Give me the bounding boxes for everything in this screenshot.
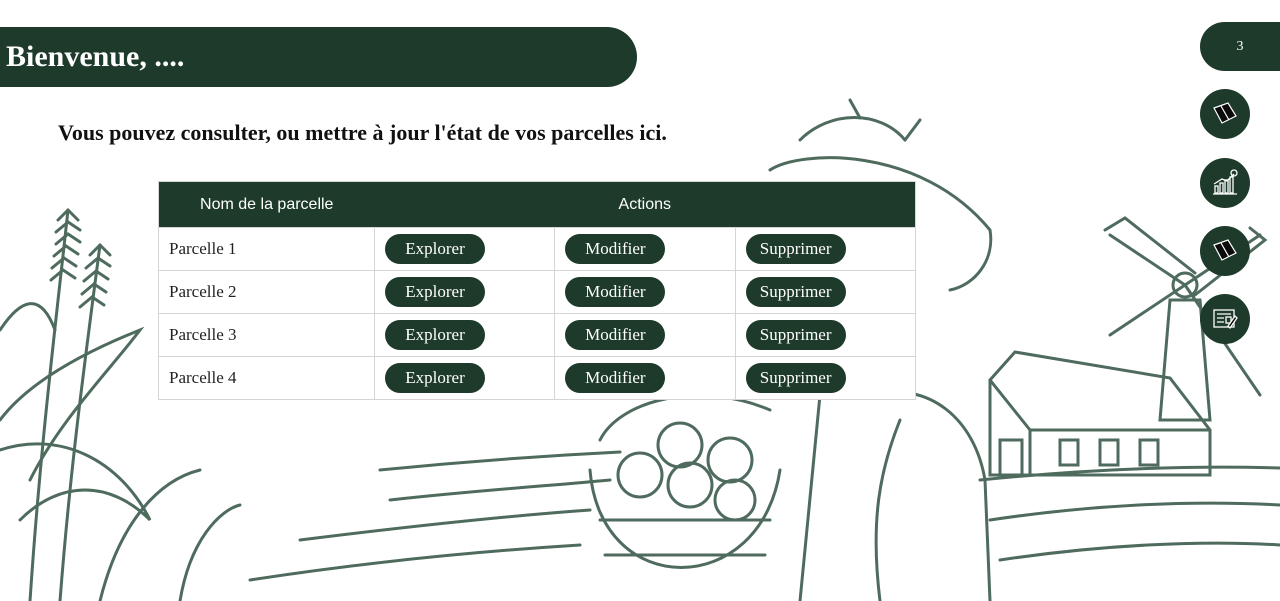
nav-map-button[interactable] — [1200, 226, 1250, 276]
table-row: Parcelle 4 Explorer Modifier Supprimer — [158, 356, 916, 400]
page-number-badge: 3 — [1200, 22, 1280, 71]
header-actions: Actions — [374, 181, 916, 228]
edit-button[interactable]: Modifier — [565, 277, 666, 307]
parcel-name: Parcelle 2 — [158, 270, 376, 314]
nav-map-button[interactable] — [1200, 89, 1250, 139]
map-icon — [1213, 239, 1237, 261]
edit-button[interactable]: Modifier — [565, 234, 666, 264]
explore-button[interactable]: Explorer — [385, 363, 486, 393]
explore-button[interactable]: Explorer — [385, 277, 486, 307]
table-row: Parcelle 3 Explorer Modifier Supprimer — [158, 313, 916, 357]
parcels-table: Nom de la parcelle Actions Parcelle 1 Ex… — [158, 181, 916, 400]
nav-report-button[interactable] — [1200, 294, 1250, 344]
report-icon — [1213, 309, 1238, 330]
explore-button[interactable]: Explorer — [385, 320, 486, 350]
welcome-title: Bienvenue, .... — [6, 40, 185, 73]
parcel-name: Parcelle 4 — [158, 356, 376, 400]
parcel-name: Parcelle 1 — [158, 227, 376, 271]
table-header-row: Nom de la parcelle Actions — [158, 181, 916, 228]
parcel-name: Parcelle 3 — [158, 313, 376, 357]
delete-button[interactable]: Supprimer — [745, 320, 846, 350]
explore-button[interactable]: Explorer — [385, 234, 486, 264]
delete-button[interactable]: Supprimer — [745, 277, 846, 307]
table-row: Parcelle 1 Explorer Modifier Supprimer — [158, 227, 916, 271]
right-sidebar-nav: 3 — [1200, 0, 1280, 601]
edit-button[interactable]: Modifier — [565, 320, 666, 350]
edit-button[interactable]: Modifier — [565, 363, 666, 393]
growth-chart-icon — [1213, 169, 1238, 195]
map-icon — [1213, 102, 1237, 124]
intro-text: Vous pouvez consulter, ou mettre à jour … — [58, 120, 667, 145]
header-parcel-name: Nom de la parcelle — [158, 181, 375, 228]
table-row: Parcelle 2 Explorer Modifier Supprimer — [158, 270, 916, 314]
delete-button[interactable]: Supprimer — [745, 234, 846, 264]
nav-statistics-button[interactable] — [1200, 158, 1250, 208]
welcome-banner: Bienvenue, .... — [0, 27, 637, 87]
parcels-table-container: Nom de la parcelle Actions Parcelle 1 Ex… — [158, 181, 916, 400]
delete-button[interactable]: Supprimer — [745, 363, 846, 393]
